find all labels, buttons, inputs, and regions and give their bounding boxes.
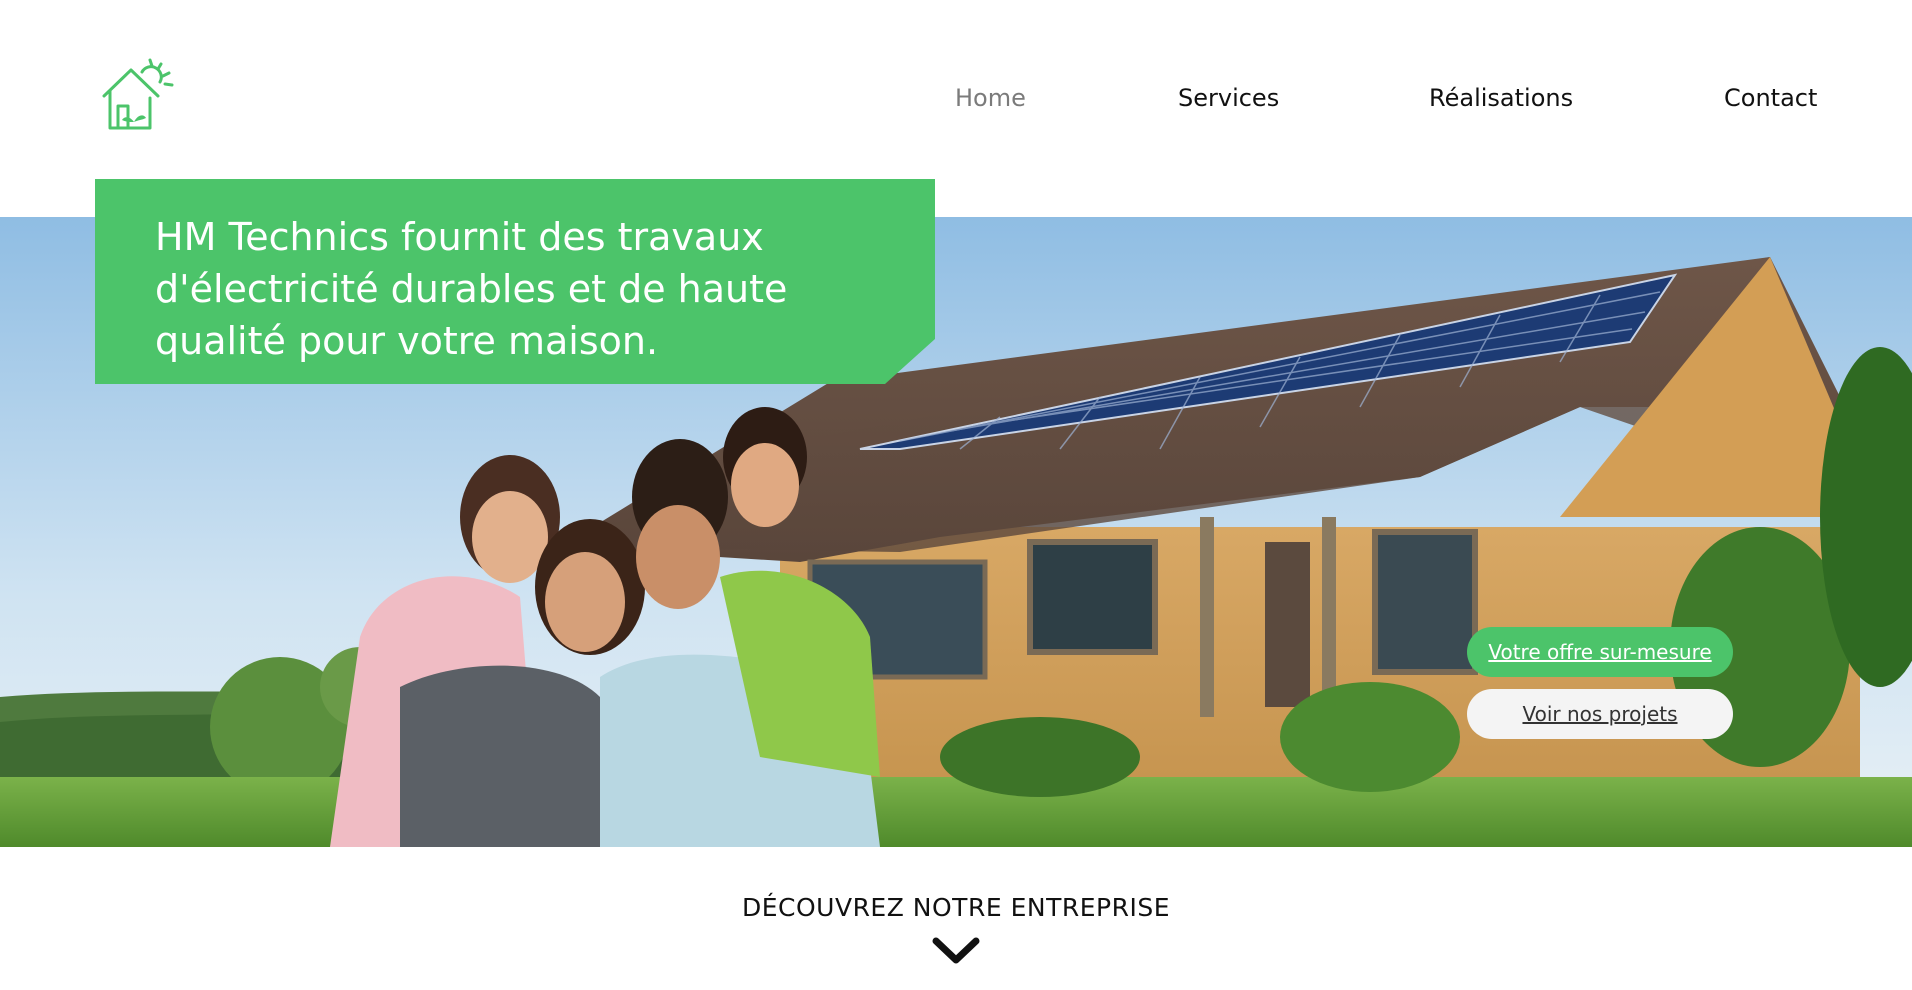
nav-home-link[interactable]: Home (955, 84, 1026, 112)
nav-services-link[interactable]: Services (1178, 84, 1279, 112)
hero-headline: HM Technics fournit des travaux d'électr… (155, 215, 788, 363)
main-nav: Home Services Réalisations Contact (0, 84, 1912, 114)
discover-company-label[interactable]: DÉCOUVREZ NOTRE ENTREPRISE (0, 893, 1912, 922)
hero-banner: HM Technics fournit des travaux d'électr… (95, 179, 935, 384)
view-projects-button[interactable]: Voir nos projets (1467, 689, 1733, 739)
chevron-down-icon[interactable] (932, 936, 980, 966)
custom-offer-button[interactable]: Votre offre sur-mesure (1467, 627, 1733, 677)
nav-realisations-link[interactable]: Réalisations (1429, 84, 1573, 112)
nav-contact-link[interactable]: Contact (1724, 84, 1817, 112)
